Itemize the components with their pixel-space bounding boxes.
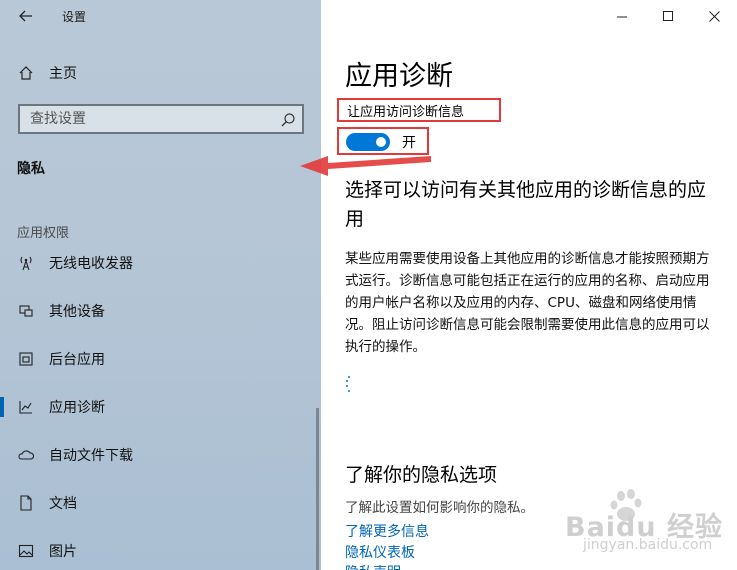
sidebar-item-label: 应用诊断 bbox=[49, 400, 105, 416]
privacy-statement-link[interactable]: 隐私声明 bbox=[345, 562, 401, 570]
watermark-url: jingyan.baidu.com bbox=[583, 537, 713, 553]
document-icon bbox=[17, 494, 35, 512]
toggle-caption-text: 让应用访问诊断信息 bbox=[347, 104, 465, 120]
sidebar-item-label: 无线电收发器 bbox=[49, 256, 133, 272]
diagnostics-icon bbox=[17, 398, 35, 416]
close-icon bbox=[708, 10, 720, 22]
sidebar-item-diagnostics[interactable]: 应用诊断 bbox=[0, 387, 321, 427]
toggle-caption: 让应用访问诊断信息 bbox=[337, 98, 501, 122]
window-controls bbox=[599, 0, 737, 32]
sidebar-item-label: 其他设备 bbox=[49, 304, 105, 320]
radio-icon bbox=[17, 254, 35, 272]
toggle-knob bbox=[376, 137, 386, 147]
loading-spinner-icon bbox=[345, 376, 353, 394]
maximize-icon bbox=[662, 10, 673, 21]
sidebar-item-devices[interactable]: 其他设备 bbox=[0, 291, 321, 331]
back-button[interactable] bbox=[12, 4, 40, 28]
app-title: 设置 bbox=[62, 10, 87, 24]
sidebar-item-label: 后台应用 bbox=[49, 352, 105, 368]
apps-heading: 选择可以访问有关其他应用的诊断信息的应用 bbox=[345, 179, 707, 230]
section-title: 隐私 bbox=[17, 161, 45, 177]
sidebar-item-label: 主页 bbox=[49, 66, 77, 82]
sidebar-item-home[interactable]: 主页 bbox=[0, 53, 321, 93]
diagnostics-toggle-wrapper: 开 bbox=[337, 127, 429, 155]
settings-window: 设置 主页 隐私 应用权限 无线电收发器 bbox=[0, 0, 737, 570]
diagnostics-toggle[interactable] bbox=[346, 133, 390, 151]
sidebar-item-documents[interactable]: 文档 bbox=[0, 483, 321, 523]
sidebar-item-label: 自动文件下载 bbox=[49, 448, 133, 464]
privacy-subtext: 了解此设置如何影响你的隐私。 bbox=[345, 500, 534, 516]
annotation-arrow-icon bbox=[300, 156, 431, 176]
devices-icon bbox=[17, 302, 35, 320]
back-arrow-icon bbox=[19, 10, 32, 22]
privacy-heading: 了解你的隐私选项 bbox=[345, 464, 498, 486]
sidebar-scrollbar[interactable] bbox=[316, 408, 319, 570]
sidebar-item-auto-download[interactable]: 自动文件下载 bbox=[0, 435, 321, 475]
group-label: 应用权限 bbox=[17, 226, 70, 241]
description-text: 某些应用需要使用设备上其他应用的诊断信息才能按照预期方式运行。诊断信息可能包括正… bbox=[345, 251, 710, 355]
sidebar-item-radio[interactable]: 无线电收发器 bbox=[0, 243, 321, 283]
home-icon bbox=[17, 64, 35, 82]
sidebar-item-label: 文档 bbox=[49, 496, 77, 512]
cloud-icon bbox=[17, 446, 35, 464]
title-bar: 设置 bbox=[0, 0, 321, 32]
search-icon bbox=[281, 113, 295, 127]
watermark: Baidu 经验 jingyan.baidu.com bbox=[563, 487, 735, 565]
sidebar-item-background-apps[interactable]: 后台应用 bbox=[0, 339, 321, 379]
picture-icon bbox=[17, 542, 35, 560]
close-button[interactable] bbox=[691, 0, 737, 32]
toggle-state-label: 开 bbox=[402, 135, 416, 151]
privacy-dashboard-link[interactable]: 隐私仪表板 bbox=[345, 542, 415, 562]
learn-more-link[interactable]: 了解更多信息 bbox=[345, 521, 429, 541]
minimize-icon bbox=[616, 16, 627, 17]
search-input[interactable] bbox=[28, 110, 272, 128]
maximize-button[interactable] bbox=[645, 0, 691, 32]
sidebar: 设置 主页 隐私 应用权限 无线电收发器 bbox=[0, 0, 321, 570]
main-content: 应用诊断 让应用访问诊断信息 开 选择可以访问有关其他应用的诊断信息的应用 某些… bbox=[321, 0, 737, 570]
active-indicator bbox=[0, 397, 4, 417]
sidebar-item-label: 图片 bbox=[49, 544, 77, 560]
search-box[interactable] bbox=[18, 104, 304, 134]
sidebar-item-pictures[interactable]: 图片 bbox=[0, 531, 321, 570]
minimize-button[interactable] bbox=[599, 0, 645, 32]
page-title: 应用诊断 bbox=[345, 61, 453, 92]
background-apps-icon bbox=[17, 350, 35, 368]
